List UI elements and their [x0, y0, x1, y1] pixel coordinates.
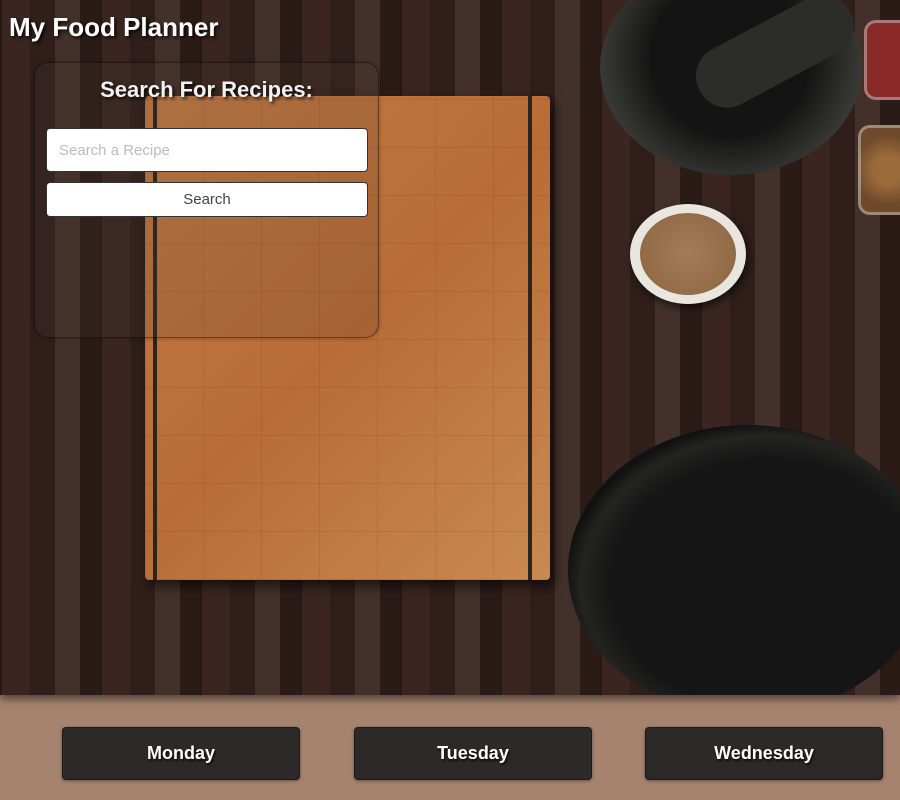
search-input[interactable]: [46, 128, 368, 172]
day-button-tuesday[interactable]: Tuesday: [354, 727, 592, 780]
day-button-monday[interactable]: Monday: [62, 727, 300, 780]
day-button-wednesday[interactable]: Wednesday: [645, 727, 883, 780]
sugar-bowl-image: [630, 204, 746, 304]
search-button[interactable]: Search: [46, 182, 368, 217]
spice-jar-image: [858, 125, 900, 215]
spice-jar-image: [864, 20, 900, 100]
search-panel: Search For Recipes: Search: [34, 62, 379, 338]
cast-iron-pan-image: [568, 425, 900, 695]
page-title: My Food Planner: [9, 12, 219, 42]
search-heading: Search For Recipes:: [100, 77, 313, 102]
hero-background-image: My Food Planner Search For Recipes: Sear…: [0, 0, 900, 695]
